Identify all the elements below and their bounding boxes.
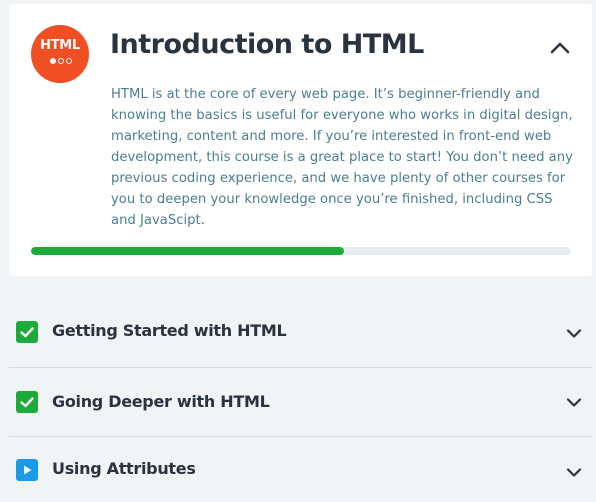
logo-text: HTML [40, 38, 80, 53]
module-label: Using Attributes [52, 459, 196, 478]
chevron-up-icon [550, 42, 570, 54]
html-logo: HTML [31, 25, 89, 83]
course-description: HTML is at the core of every web page. I… [111, 87, 573, 228]
module-using-attributes[interactable]: Using Attributes [9, 437, 592, 502]
course-card: HTML Introduction to HTML HTML is at the… [9, 4, 592, 276]
chevron-down-icon [566, 329, 582, 338]
module-getting-started[interactable]: Getting Started with HTML [9, 299, 592, 368]
course-progress-bar [31, 247, 571, 255]
collapse-button[interactable] [546, 34, 574, 62]
module-label: Getting Started with HTML [52, 321, 287, 340]
play-icon [16, 459, 38, 481]
chevron-down-icon [566, 468, 582, 477]
course-title: Introduction to HTML [110, 29, 424, 60]
course-progress-fill [31, 247, 345, 255]
checkmark-icon [16, 391, 38, 413]
module-going-deeper[interactable]: Going Deeper with HTML [9, 368, 592, 437]
logo-dots-icon [46, 58, 76, 66]
checkmark-icon [16, 321, 38, 343]
course-page: HTML Introduction to HTML HTML is at the… [0, 0, 596, 502]
chevron-down-icon [566, 398, 582, 407]
module-label: Going Deeper with HTML [52, 392, 270, 411]
